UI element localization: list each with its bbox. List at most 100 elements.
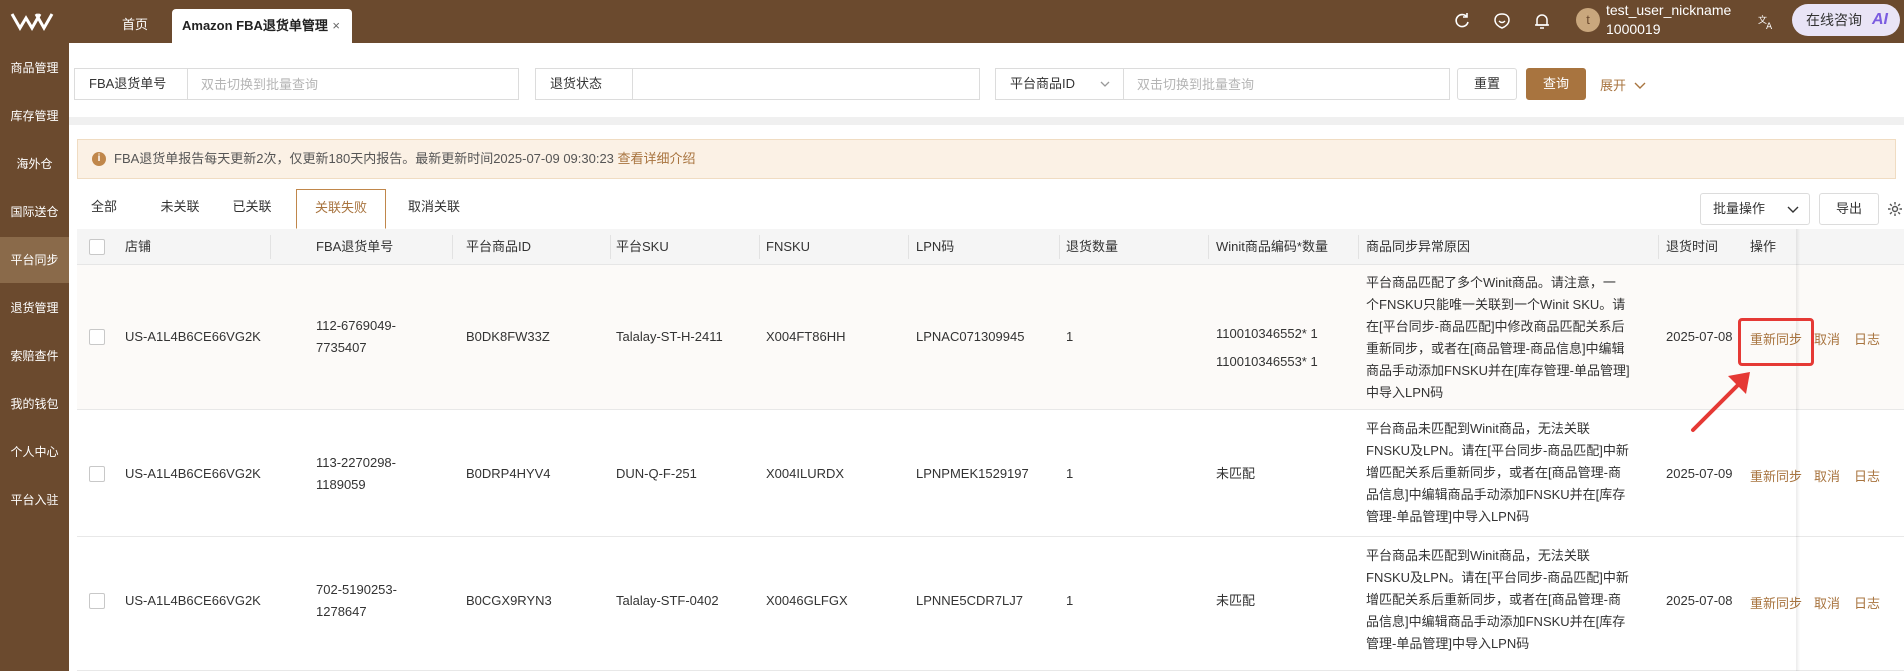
cell-return-time: 2025-07-09 — [1666, 466, 1733, 481]
resync-button[interactable]: 重新同步 — [1750, 466, 1802, 485]
sidebar-item-claims[interactable]: 索赔查件 — [0, 333, 69, 379]
expand-label: 展开 — [1600, 78, 1627, 93]
cell-product-id: B0CGX9RYN3 — [466, 593, 552, 608]
reason-line: 商品手动添加FNSKU并在[库存管理-单品管理] — [1366, 363, 1630, 378]
select-all-checkbox[interactable] — [89, 239, 105, 255]
col-return-time: 退货时间 — [1666, 239, 1719, 254]
cell-fba-no: 702-5190253- — [316, 582, 397, 597]
tab-all[interactable]: 全部 — [77, 188, 131, 224]
arrow-annotation-icon — [1691, 372, 1750, 432]
table-header: 店铺 FBA退货单号 平台商品ID 平台SKU FNSKU LPN码 退货数量 … — [77, 229, 1904, 265]
sidebar-item-international-delivery[interactable]: 国际送仓 — [0, 189, 69, 235]
table-row: US-A1L4B6CE66VG2K 113-2270298- 1189059 B… — [77, 410, 1904, 537]
col-lpn: LPN码 — [916, 239, 955, 254]
sidebar-item-platform-sync[interactable]: 平台同步 — [0, 237, 69, 283]
online-consult-button[interactable]: 在线咨询 AI — [1792, 4, 1900, 36]
log-button[interactable]: 日志 — [1854, 329, 1880, 348]
sidebar-item-platform-onboarding[interactable]: 平台入驻 — [0, 477, 69, 523]
col-separator — [908, 235, 909, 259]
fba-no-input[interactable] — [189, 69, 517, 99]
col-actions: 操作 — [1750, 239, 1777, 254]
cancel-link-button[interactable]: 取消 — [1814, 593, 1840, 612]
user-name[interactable]: test_user_nickname — [1606, 1, 1731, 19]
cell-lpn: LPNPMEK1529197 — [916, 466, 1029, 481]
row-checkbox[interactable] — [89, 593, 105, 609]
platform-id-type-label: 平台商品ID — [1010, 76, 1076, 91]
info-icon: i — [92, 152, 106, 166]
logo-icon[interactable] — [8, 8, 56, 34]
notice-banner: i FBA退货单报告每天更新2次，仅更新180天内报告。最新更新时间2025-0… — [77, 139, 1896, 179]
sidebar-item-inventory[interactable]: 库存管理 — [0, 93, 69, 139]
tab-fba-returns[interactable]: Amazon FBA退货单管理 × — [172, 9, 352, 43]
query-button[interactable]: 查询 — [1526, 68, 1586, 100]
row-checkbox[interactable] — [89, 329, 105, 345]
export-button[interactable]: 导出 — [1819, 193, 1879, 225]
cell-shop: US-A1L4B6CE66VG2K — [125, 466, 261, 481]
cell-fnsku: X0046GLFGX — [766, 593, 848, 608]
cell-lpn: LPNNE5CDR7LJ7 — [916, 593, 1023, 608]
sidebar-item-wallet[interactable]: 我的钱包 — [0, 381, 69, 427]
chevron-down-icon — [1634, 82, 1646, 89]
main-content: FBA退货单号 退货状态 平台商品ID 重置 查询 展开 i FBA退货单报告每… — [69, 43, 1904, 671]
cell-fba-no: 1189059 — [316, 477, 366, 492]
sidebar-item-profile[interactable]: 个人中心 — [0, 429, 69, 475]
cell-return-time: 2025-07-08 — [1666, 329, 1733, 344]
cell-sync-reason: 平台商品未匹配到Winit商品，无法关联 FNSKU及LPN。请在[平台同步-商… — [1366, 418, 1658, 528]
cell-return-qty: 1 — [1066, 593, 1074, 608]
sidebar: 商品管理 库存管理 海外仓 国际送仓 平台同步 退货管理 索赔查件 我的钱包 个… — [0, 43, 69, 671]
notice-detail-link[interactable]: 查看详细介绍 — [618, 151, 696, 166]
table-row: US-A1L4B6CE66VG2K 702-5190253- 1278647 B… — [77, 537, 1904, 671]
cell-return-qty: 1 — [1066, 466, 1074, 481]
reason-line: 管理-单品管理]中导入LPN码 — [1366, 509, 1530, 524]
log-button[interactable]: 日志 — [1854, 593, 1880, 612]
sidebar-item-returns[interactable]: 退货管理 — [0, 285, 69, 331]
tab-link-failed[interactable]: 关联失败 — [296, 189, 386, 229]
platform-id-input[interactable] — [1125, 69, 1448, 99]
cancel-link-button[interactable]: 取消 — [1814, 329, 1840, 348]
tab-link-cancelled[interactable]: 取消关联 — [389, 188, 479, 224]
tab-linked[interactable]: 已关联 — [217, 188, 287, 224]
col-sku: 平台SKU — [616, 239, 669, 254]
close-icon[interactable]: × — [332, 9, 340, 43]
col-fnsku: FNSKU — [766, 239, 811, 254]
batch-operation-button[interactable]: 批量操作 — [1700, 193, 1810, 225]
bell-icon[interactable] — [1532, 11, 1552, 31]
cancel-link-button[interactable]: 取消 — [1814, 466, 1840, 485]
cell-winit-qty: 未匹配 — [1216, 466, 1256, 481]
top-bar: 首页 Amazon FBA退货单管理 × t test_user_nicknam… — [0, 0, 1904, 43]
refresh-icon[interactable] — [1452, 11, 1472, 31]
platform-id-search: 平台商品ID — [995, 68, 1450, 100]
col-shop: 店铺 — [125, 239, 152, 254]
log-button[interactable]: 日志 — [1854, 466, 1880, 485]
row-checkbox[interactable] — [89, 466, 105, 482]
cell-fba-no: 112-6769049- — [316, 318, 396, 333]
sidebar-item-overseas-warehouse[interactable]: 海外仓 — [0, 141, 69, 187]
user-id: 1000019 — [1606, 21, 1661, 37]
reason-line: FNSKU及LPN。请在[平台同步-商品匹配]中新 — [1366, 570, 1629, 585]
col-return-qty: 退货数量 — [1066, 239, 1119, 254]
col-product-id: 平台商品ID — [466, 239, 532, 254]
reason-line: 平台商品未匹配到Winit商品，无法关联 — [1366, 421, 1590, 436]
col-separator — [1059, 235, 1060, 259]
cell-return-qty: 1 — [1066, 329, 1074, 344]
sidebar-item-products[interactable]: 商品管理 — [0, 45, 69, 91]
resync-button[interactable]: 重新同步 — [1750, 593, 1802, 612]
tab-unlinked[interactable]: 未关联 — [145, 188, 215, 224]
cell-sync-reason: 平台商品匹配了多个Winit商品。请注意，一 个FNSKU只能唯一关联到一个Wi… — [1366, 272, 1658, 404]
avatar[interactable]: t — [1576, 8, 1600, 32]
batch-operation-label: 批量操作 — [1713, 201, 1766, 216]
cell-sku: Talalay-STF-0402 — [616, 593, 719, 608]
expand-toggle[interactable]: 展开 — [1600, 75, 1646, 94]
reason-line: 增匹配关系后重新同步，或者在[商品管理-商 — [1366, 465, 1621, 480]
feedback-icon[interactable] — [1492, 11, 1512, 31]
cell-sync-reason: 平台商品未匹配到Winit商品，无法关联 FNSKU及LPN。请在[平台同步-商… — [1366, 545, 1658, 655]
gear-icon[interactable] — [1887, 201, 1903, 217]
translate-icon[interactable]: 文 A — [1756, 11, 1776, 31]
cell-sku: DUN-Q-F-251 — [616, 466, 697, 481]
platform-id-type-select[interactable]: 平台商品ID — [996, 69, 1124, 99]
tab-home[interactable]: 首页 — [90, 0, 180, 43]
return-status-search: 退货状态 — [535, 68, 980, 100]
return-status-select[interactable] — [634, 69, 978, 99]
reset-button[interactable]: 重置 — [1457, 68, 1517, 100]
cell-lpn: LPNAC071309945 — [916, 329, 1025, 344]
